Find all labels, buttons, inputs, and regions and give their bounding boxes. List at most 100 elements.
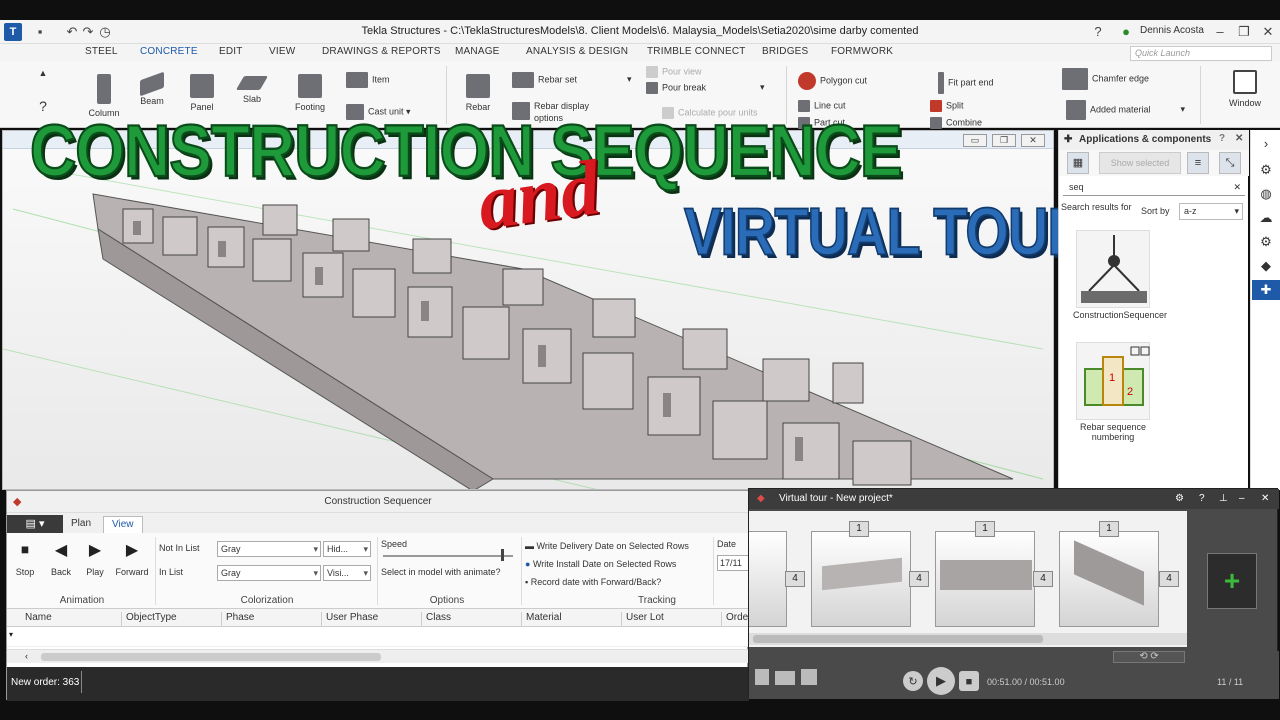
show-selected-button[interactable]: Show selected <box>1099 152 1181 174</box>
close-icon[interactable]: ✕ <box>1260 24 1276 40</box>
cloud-icon[interactable]: ☁ <box>1258 210 1274 226</box>
play-icon[interactable]: ▶ <box>927 667 955 695</box>
app-construction-sequencer[interactable]: ConstructionSequencer <box>1073 230 1167 320</box>
minimize-icon[interactable]: – <box>1212 24 1228 40</box>
play-button[interactable]: ▶ Play <box>81 541 109 577</box>
restore-icon[interactable]: ❐ <box>1236 24 1252 40</box>
collapse-icon[interactable]: ⤡ <box>1219 152 1241 174</box>
view-close-button[interactable]: ✕ <box>1021 134 1045 147</box>
cube-icon[interactable]: ◆ <box>1258 258 1274 274</box>
frame-duration-badge[interactable]: 4 <box>1033 571 1053 587</box>
item-button[interactable]: Item <box>346 72 390 88</box>
not-in-list-color-select[interactable]: Gray <box>217 541 321 557</box>
back-button[interactable]: ◀ Back <box>47 541 75 577</box>
list-view-icon[interactable]: ≡ <box>1187 152 1209 174</box>
footing-button[interactable]: Footing <box>290 74 330 112</box>
tour-frame[interactable] <box>749 531 787 627</box>
help-icon[interactable]: ? <box>1090 24 1106 40</box>
close-icon[interactable]: ✕ <box>1261 489 1269 509</box>
tab-view[interactable]: View <box>103 516 143 533</box>
view-minimize-button[interactable]: ▭ <box>963 134 987 147</box>
tab-manage[interactable]: MANAGE <box>455 46 500 57</box>
tab-edit[interactable]: EDIT <box>219 46 243 57</box>
horizontal-scrollbar[interactable]: ‹ <box>7 649 749 663</box>
save-icon[interactable]: ▪ <box>32 24 48 40</box>
help-icon[interactable]: ? <box>1199 489 1205 509</box>
select-in-model-label[interactable]: Select in model with animate? <box>381 567 501 577</box>
frame-duration-badge[interactable]: 4 <box>785 571 805 587</box>
frame-index-badge[interactable]: 1 <box>975 521 995 537</box>
close-panel-icon[interactable]: ✕ <box>1235 133 1243 144</box>
date-input[interactable]: 17/11 <box>717 555 749 571</box>
minimize-icon[interactable]: – <box>1239 489 1245 509</box>
beam-button[interactable]: Beam <box>134 71 170 106</box>
record-date-button[interactable]: ▪ Record date with Forward/Back? <box>525 577 661 587</box>
col-name[interactable]: Name <box>21 612 52 628</box>
select-tool-icon[interactable]: ▲ <box>30 68 56 78</box>
globe-icon[interactable]: ◍ <box>1258 186 1274 202</box>
history-icon[interactable]: ◷ <box>97 24 113 40</box>
not-in-list-mode-select[interactable]: Hid... <box>323 541 371 557</box>
add-frame-button[interactable]: + <box>1207 553 1257 609</box>
col-phase[interactable]: Phase <box>221 612 254 628</box>
split-button[interactable]: Split <box>930 100 964 112</box>
tab-formwork[interactable]: FORMWORK <box>831 46 893 57</box>
tab-drawings-reports[interactable]: DRAWINGS & REPORTS <box>322 46 441 57</box>
col-user-lot[interactable]: User Lot <box>621 612 664 628</box>
chevron-right-icon[interactable]: › <box>1258 136 1274 152</box>
col-user-phase[interactable]: User Phase <box>321 612 378 628</box>
combine-button[interactable]: Combine <box>930 117 982 129</box>
frame-duration-badge[interactable]: 4 <box>1159 571 1179 587</box>
forward-button[interactable]: ▶ Forward <box>111 541 153 577</box>
sort-select[interactable]: a-z ▾ <box>1179 203 1243 220</box>
panel-button[interactable]: Panel <box>184 74 220 112</box>
tab-steel[interactable]: STEEL <box>85 46 118 57</box>
apps-search-input[interactable]: seq ✕ <box>1063 180 1245 196</box>
applications-icon[interactable]: ✚ <box>1252 280 1280 300</box>
frame-index-badge[interactable]: 1 <box>1099 521 1119 537</box>
tour-frame-strip[interactable]: 4 1 4 1 4 1 4 <box>749 511 1187 647</box>
tour-frame[interactable] <box>935 531 1035 627</box>
open-folder-icon[interactable] <box>775 671 795 685</box>
col-order[interactable]: Orde <box>721 612 748 628</box>
col-material[interactable]: Material <box>521 612 562 628</box>
fit-part-end-button[interactable]: Fit part end <box>938 72 994 94</box>
scroll-left-icon[interactable]: ‹ <box>25 651 28 661</box>
table-row[interactable]: ▾ <box>7 627 749 647</box>
chamfer-edge-button[interactable]: Chamfer edge <box>1062 68 1149 90</box>
speed-slider-thumb[interactable] <box>501 549 504 561</box>
pin-icon[interactable]: ⊥ <box>1219 489 1228 509</box>
save-icon[interactable] <box>801 669 817 685</box>
tour-frame[interactable] <box>1059 531 1159 627</box>
loop-icon[interactable]: ↻ <box>903 671 923 691</box>
navigate-arrows[interactable]: ⟲ ⟳ <box>1113 651 1185 663</box>
pour-view-button[interactable]: Pour view <box>646 66 702 78</box>
new-file-icon[interactable] <box>755 669 769 685</box>
pour-break-button[interactable]: Pour break ▾ <box>646 82 765 94</box>
quick-launch-input[interactable]: Quick Launch <box>1130 46 1272 61</box>
tab-concrete[interactable]: CONCRETE <box>140 46 198 57</box>
write-install-date-button[interactable]: ● Write Install Date on Selected Rows <box>525 559 676 569</box>
settings-properties-icon[interactable]: ⚙ <box>1258 162 1274 178</box>
polygon-cut-button[interactable]: Polygon cut <box>798 72 867 90</box>
tour-strip-scrollbar[interactable] <box>749 633 1187 645</box>
in-list-color-select[interactable]: Gray <box>217 565 321 581</box>
help-icon[interactable]: ? <box>1219 133 1225 144</box>
window-button[interactable]: Window <box>1220 70 1270 108</box>
write-delivery-date-button[interactable]: ▬ Write Delivery Date on Selected Rows <box>525 541 689 551</box>
tab-view[interactable]: VIEW <box>269 46 295 57</box>
speed-slider[interactable] <box>383 555 513 557</box>
view-restore-button[interactable]: ❐ <box>992 134 1016 147</box>
redo-icon[interactable]: ↷ <box>80 24 96 40</box>
col-class[interactable]: Class <box>421 612 451 628</box>
stop-button[interactable]: ⏹ Stop <box>11 541 39 577</box>
app-rebar-sequence-numbering[interactable]: 12 Rebar sequence numbering <box>1073 342 1153 442</box>
stop-icon[interactable]: ■ <box>959 671 979 691</box>
frame-index-badge[interactable]: 1 <box>849 521 869 537</box>
col-objecttype[interactable]: ObjectType <box>121 612 177 628</box>
scroll-thumb[interactable] <box>41 653 381 661</box>
settings-icon[interactable]: ⚙ <box>1175 489 1184 509</box>
in-list-mode-select[interactable]: Visi... <box>323 565 371 581</box>
tab-bridges[interactable]: BRIDGES <box>762 46 808 57</box>
tekla-logo-icon[interactable]: T <box>4 23 22 41</box>
